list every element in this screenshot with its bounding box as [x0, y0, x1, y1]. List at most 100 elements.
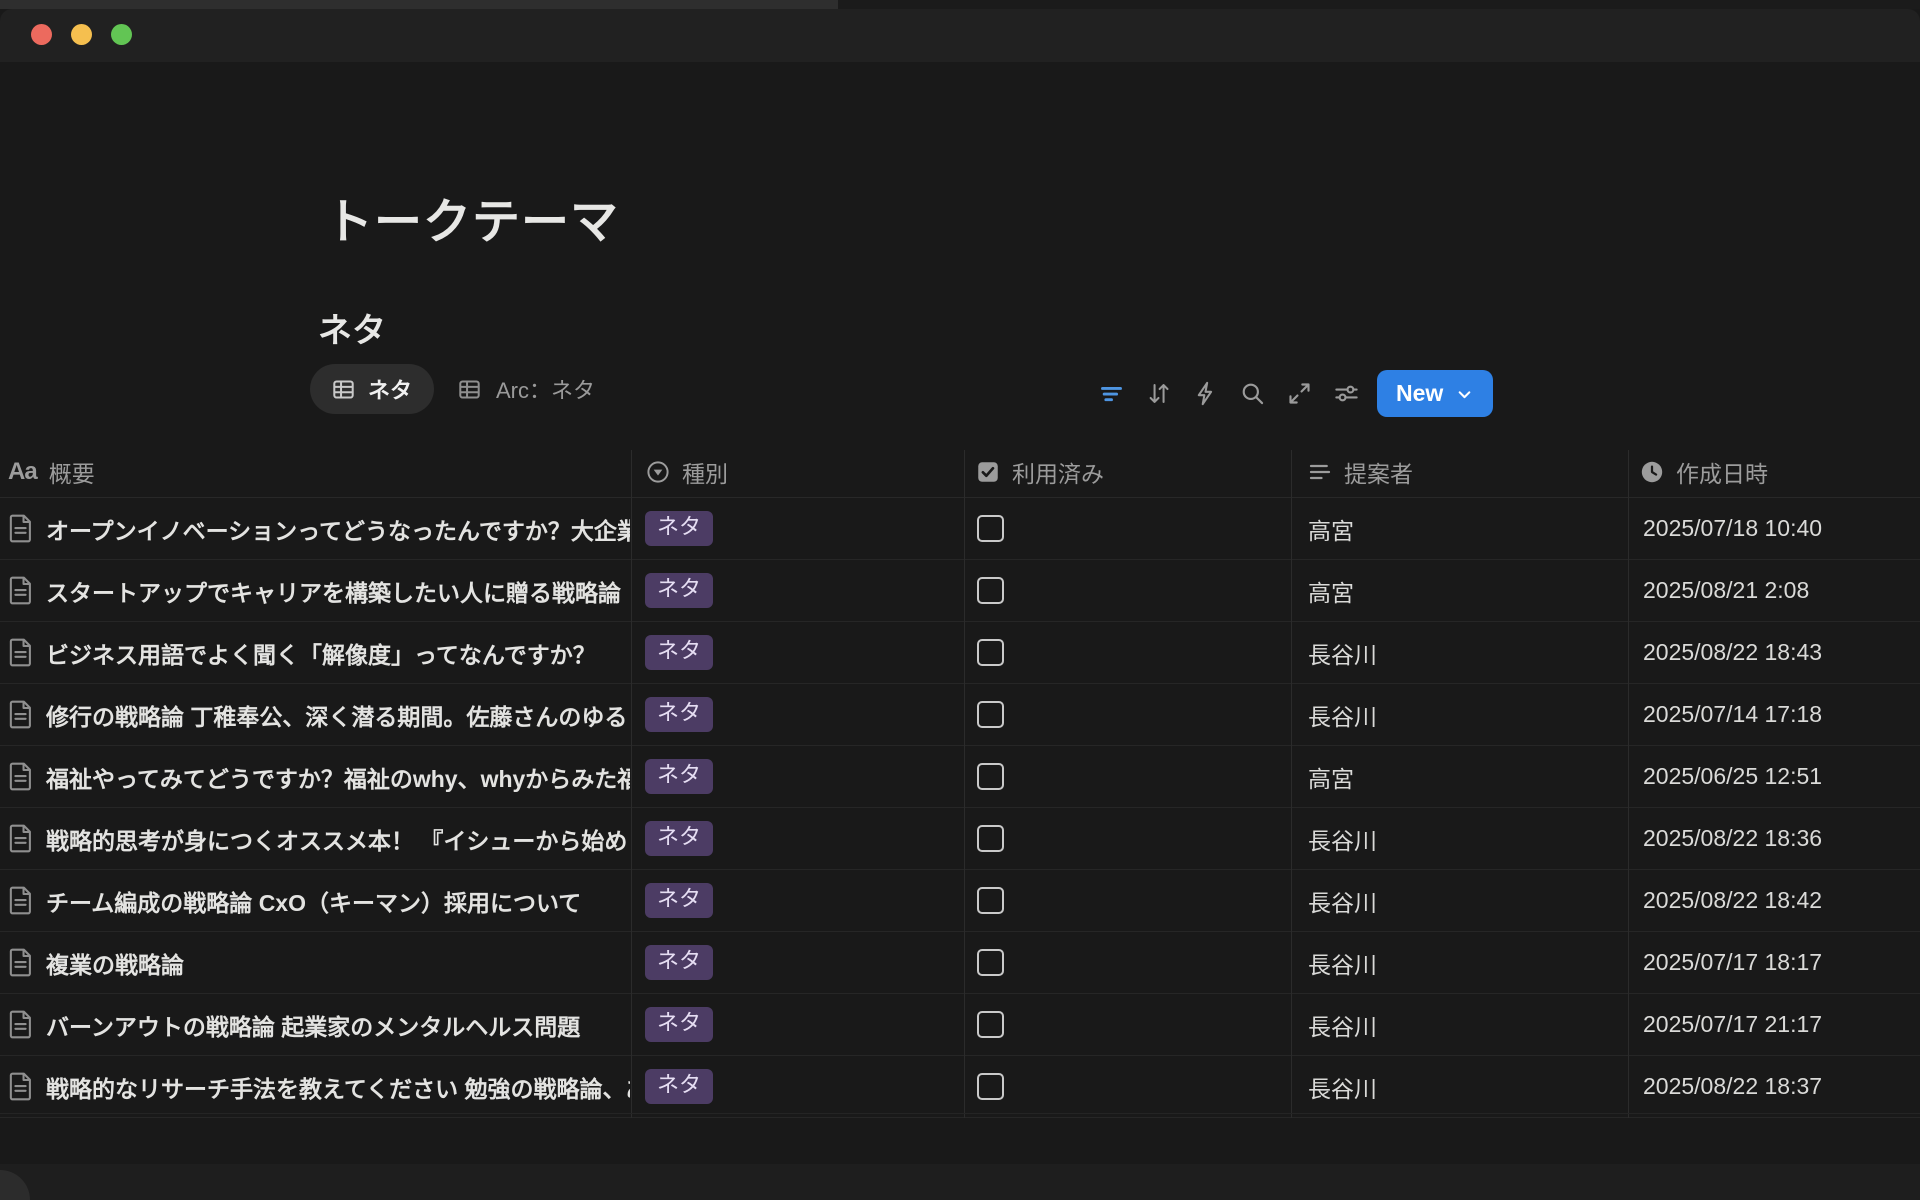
row-title-cell[interactable]: 福祉やってみてどうですか？福祉のwhy、whyからみた福 — [8, 746, 630, 807]
column-divider[interactable] — [964, 450, 965, 1118]
column-divider[interactable] — [1291, 450, 1292, 1118]
row-type-cell[interactable]: ネタ — [645, 870, 713, 931]
automations-icon[interactable] — [1192, 380, 1219, 407]
column-header-summary[interactable]: Aa 概要 — [8, 447, 95, 497]
row-created-cell[interactable]: 2025/08/22 18:43 — [1643, 622, 1822, 683]
row-created-cell[interactable]: 2025/07/17 18:17 — [1643, 932, 1822, 993]
row-title-cell[interactable]: スタートアップでキャリアを構築したい人に贈る戦略論 — [8, 560, 630, 621]
row-proposer-cell[interactable]: 長谷川 — [1308, 870, 1377, 931]
database-title[interactable]: ネタ — [318, 303, 386, 352]
page-title[interactable]: トークテーマ — [325, 182, 619, 252]
table-bottom-border — [0, 1113, 1920, 1114]
row-proposer-cell[interactable]: 長谷川 — [1308, 932, 1377, 993]
column-header-type[interactable]: 種別 — [646, 447, 728, 497]
row-title-cell[interactable]: 戦略的思考が身につくオススメ本！ 『イシューから始め — [8, 808, 630, 869]
search-icon[interactable] — [1239, 380, 1266, 407]
checkbox-unchecked[interactable] — [977, 887, 1004, 914]
row-title-cell[interactable]: ビジネス用語でよく聞く「解像度」ってなんですか？ — [8, 622, 630, 683]
checkbox-unchecked[interactable] — [977, 1073, 1004, 1100]
row-created-cell[interactable]: 2025/07/14 17:18 — [1643, 684, 1822, 745]
row-used-cell[interactable] — [977, 1056, 1004, 1117]
table-row: ビジネス用語でよく聞く「解像度」ってなんですか？ ネタ 長谷川 2025/08/… — [0, 622, 1920, 684]
filter-icon[interactable] — [1098, 380, 1125, 407]
row-title-cell[interactable]: バーンアウトの戦略論 起業家のメンタルヘルス問題 — [8, 994, 630, 1055]
tag-neta: ネタ — [645, 883, 713, 917]
checkbox-unchecked[interactable] — [977, 763, 1004, 790]
row-created-cell[interactable]: 2025/06/25 12:51 — [1643, 746, 1822, 807]
column-header-created-time[interactable]: 作成日時 — [1640, 447, 1768, 497]
expand-icon[interactable] — [1286, 380, 1313, 407]
row-proposer: 高宮 — [1308, 512, 1354, 546]
checkbox-unchecked[interactable] — [977, 577, 1004, 604]
row-used-cell[interactable] — [977, 684, 1004, 745]
new-button[interactable]: New — [1377, 370, 1493, 417]
row-created: 2025/07/18 10:40 — [1643, 515, 1822, 542]
column-label: 提案者 — [1344, 455, 1413, 489]
row-title-cell[interactable]: オープンイノベーションってどうなったんですか？大企業 — [8, 498, 630, 559]
checkbox-unchecked[interactable] — [977, 639, 1004, 666]
row-type-cell[interactable]: ネタ — [645, 684, 713, 745]
row-used-cell[interactable] — [977, 932, 1004, 993]
page-icon — [8, 1072, 33, 1101]
row-proposer: 長谷川 — [1308, 946, 1377, 980]
row-created: 2025/07/17 18:17 — [1643, 949, 1822, 976]
column-header-used[interactable]: 利用済み — [976, 447, 1104, 497]
checkbox-unchecked[interactable] — [977, 1011, 1004, 1038]
row-proposer-cell[interactable]: 高宮 — [1308, 560, 1354, 621]
row-used-cell[interactable] — [977, 498, 1004, 559]
row-title-cell[interactable]: 戦略的なリサーチ手法を教えてください 勉強の戦略論、あ — [8, 1056, 630, 1117]
row-created-cell[interactable]: 2025/08/22 18:36 — [1643, 808, 1822, 869]
row-type-cell[interactable]: ネタ — [645, 1056, 713, 1117]
row-created-cell[interactable]: 2025/08/21 2:08 — [1643, 560, 1809, 621]
row-proposer-cell[interactable]: 高宮 — [1308, 498, 1354, 559]
row-created-cell[interactable]: 2025/08/22 18:37 — [1643, 1056, 1822, 1117]
row-type-cell[interactable]: ネタ — [645, 746, 713, 807]
row-proposer: 長谷川 — [1308, 1008, 1377, 1042]
row-type-cell[interactable]: ネタ — [645, 622, 713, 683]
close-window-button[interactable] — [31, 24, 52, 45]
row-type-cell[interactable]: ネタ — [645, 498, 713, 559]
view-tab-neta[interactable]: ネタ — [310, 364, 434, 414]
row-proposer-cell[interactable]: 長谷川 — [1308, 622, 1377, 683]
sort-icon[interactable] — [1145, 380, 1172, 407]
column-divider[interactable] — [631, 450, 632, 1118]
row-used-cell[interactable] — [977, 808, 1004, 869]
row-type-cell[interactable]: ネタ — [645, 932, 713, 993]
row-created-cell[interactable]: 2025/07/18 10:40 — [1643, 498, 1822, 559]
row-title-cell[interactable]: 修行の戦略論 丁稚奉公、深く潜る期間。佐藤さんのゆる — [8, 684, 630, 745]
row-title-cell[interactable]: チーム編成の戦略論 CxO（キーマン）採用について — [8, 870, 630, 931]
row-proposer-cell[interactable]: 長谷川 — [1308, 684, 1377, 745]
view-settings-icon[interactable] — [1333, 380, 1360, 407]
column-header-proposer[interactable]: 提案者 — [1308, 447, 1413, 497]
row-created-cell[interactable]: 2025/07/17 21:17 — [1643, 994, 1822, 1055]
view-tab-arc-neta[interactable]: Arc：ネタ — [458, 364, 595, 414]
page-icon — [8, 762, 33, 791]
row-title: 戦略的思考が身につくオススメ本！ 『イシューから始め — [46, 822, 627, 856]
row-type-cell[interactable]: ネタ — [645, 808, 713, 869]
checkbox-unchecked[interactable] — [977, 515, 1004, 542]
row-proposer-cell[interactable]: 高宮 — [1308, 746, 1354, 807]
row-used-cell[interactable] — [977, 994, 1004, 1055]
row-proposer-cell[interactable]: 長谷川 — [1308, 1056, 1377, 1117]
checkbox-unchecked[interactable] — [977, 701, 1004, 728]
row-proposer-cell[interactable]: 長谷川 — [1308, 808, 1377, 869]
chevron-down-icon[interactable] — [1454, 384, 1475, 405]
column-divider[interactable] — [1628, 450, 1629, 1118]
checkbox-unchecked[interactable] — [977, 825, 1004, 852]
row-created-cell[interactable]: 2025/08/22 18:42 — [1643, 870, 1822, 931]
row-used-cell[interactable] — [977, 870, 1004, 931]
row-used-cell[interactable] — [977, 560, 1004, 621]
table-row: バーンアウトの戦略論 起業家のメンタルヘルス問題 ネタ 長谷川 2025/07/… — [0, 994, 1920, 1056]
row-type-cell[interactable]: ネタ — [645, 560, 713, 621]
checkbox-unchecked[interactable] — [977, 949, 1004, 976]
page-icon — [8, 514, 33, 543]
minimize-window-button[interactable] — [71, 24, 92, 45]
row-proposer: 長谷川 — [1308, 884, 1377, 918]
row-type-cell[interactable]: ネタ — [645, 994, 713, 1055]
row-used-cell[interactable] — [977, 746, 1004, 807]
row-used-cell[interactable] — [977, 622, 1004, 683]
zoom-window-button[interactable] — [111, 24, 132, 45]
row-proposer-cell[interactable]: 長谷川 — [1308, 994, 1377, 1055]
page-icon — [8, 948, 33, 977]
row-title-cell[interactable]: 複業の戦略論 — [8, 932, 630, 993]
